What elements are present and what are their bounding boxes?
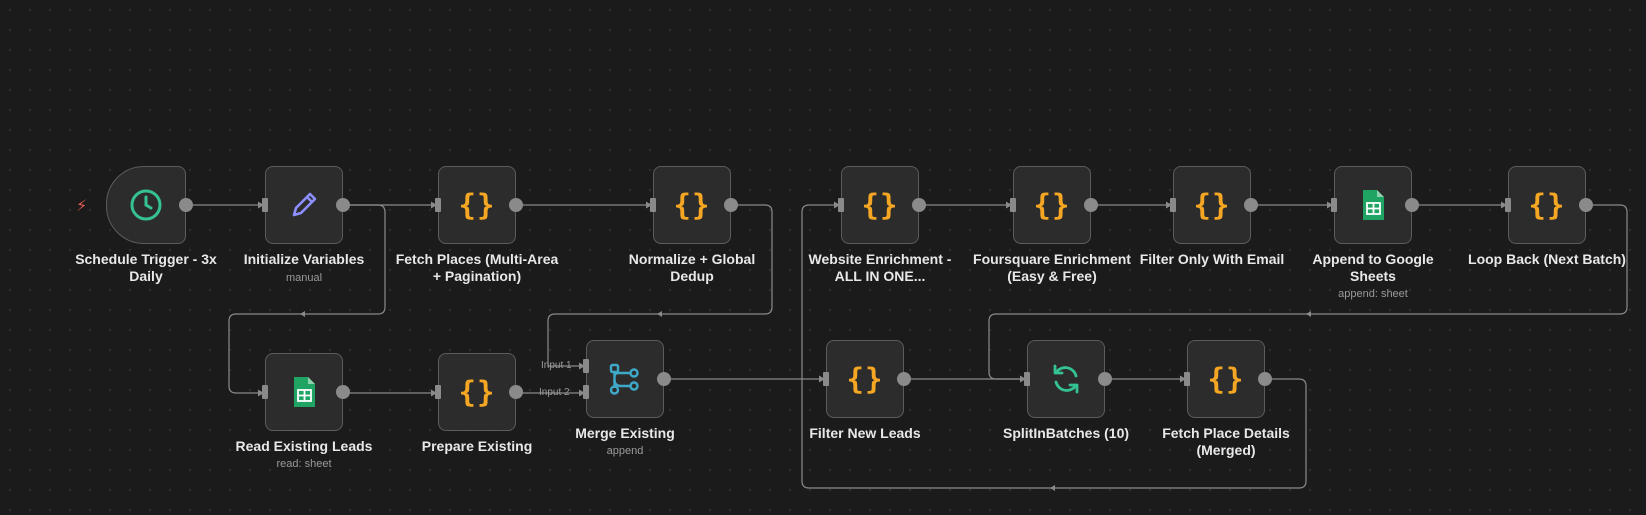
input-port[interactable]: [1010, 198, 1016, 212]
merge-input-1-label: Input 1: [541, 360, 572, 371]
output-port[interactable]: [509, 198, 523, 212]
node-schedule-trigger[interactable]: [106, 166, 193, 244]
node-filter-only-with-email[interactable]: {}: [1170, 166, 1258, 244]
refresh-icon: [1053, 364, 1079, 394]
input-port[interactable]: [262, 198, 268, 212]
code-icon: {}: [458, 188, 496, 222]
node-label-merge-existing: Merge Existing: [575, 425, 675, 441]
output-port[interactable]: [657, 372, 671, 386]
code-icon: {}: [1207, 362, 1245, 396]
output-port[interactable]: [912, 198, 926, 212]
input-port[interactable]: [650, 198, 656, 212]
google-sheets-icon: [294, 377, 315, 407]
node-merge-existing[interactable]: [583, 340, 671, 418]
arrow-marker: [1050, 485, 1055, 491]
google-sheets-icon: [1363, 190, 1384, 220]
node-initialize-variables[interactable]: [262, 166, 350, 244]
workflow-canvas[interactable]: ⚡ Schedule Trigger - 3x Daily Initialize…: [0, 0, 1646, 515]
node-label-fetch-places: Fetch Places (Multi-Area + Pagination): [395, 251, 559, 284]
input-port[interactable]: [823, 372, 829, 386]
node-append-google-sheets[interactable]: [1331, 166, 1419, 244]
output-port[interactable]: [1244, 198, 1258, 212]
node-label-filter-new-leads: Filter New Leads: [809, 425, 921, 441]
node-label-append-google-sheets: Append to Google Sheets: [1312, 251, 1434, 284]
node-fetch-places[interactable]: {}: [435, 166, 523, 244]
input-port-2[interactable]: [583, 385, 589, 399]
merge-icon: [609, 363, 639, 395]
output-port[interactable]: [1405, 198, 1419, 212]
node-label-prepare-existing: Prepare Existing: [421, 438, 533, 454]
input-port[interactable]: [1505, 198, 1511, 212]
output-port[interactable]: [336, 198, 350, 212]
input-port[interactable]: [1331, 198, 1337, 212]
output-port[interactable]: [509, 385, 523, 399]
input-port[interactable]: [1024, 372, 1030, 386]
code-icon: {}: [1528, 188, 1566, 222]
code-icon: {}: [846, 362, 884, 396]
arrow-marker: [1306, 311, 1311, 317]
node-read-existing-leads[interactable]: [262, 353, 350, 431]
output-port[interactable]: [1084, 198, 1098, 212]
code-icon: {}: [1033, 188, 1071, 222]
node-fetch-place-details[interactable]: {}: [1184, 340, 1272, 418]
node-subtitle-append-google-sheets: append: sheet: [1338, 288, 1408, 300]
pencil-icon: [292, 192, 317, 217]
node-label-loop-back: Loop Back (Next Batch): [1468, 251, 1626, 267]
node-label-fetch-place-details: Fetch Place Details (Merged): [1162, 425, 1290, 458]
node-label-schedule-trigger: Schedule Trigger - 3x Daily: [75, 251, 217, 284]
output-port[interactable]: [724, 198, 738, 212]
input-port-1[interactable]: [583, 359, 589, 373]
output-port[interactable]: [1098, 372, 1112, 386]
input-port[interactable]: [1170, 198, 1176, 212]
node-website-enrichment[interactable]: {}: [838, 166, 926, 244]
output-port[interactable]: [179, 198, 193, 212]
node-label-filter-only-with-email: Filter Only With Email: [1139, 251, 1285, 267]
clock-icon: [130, 189, 162, 221]
output-port[interactable]: [1579, 198, 1593, 212]
node-label-website-enrichment: Website Enrichment - ALL IN ONE...: [808, 251, 952, 284]
code-icon: {}: [1193, 188, 1231, 222]
node-label-split-in-batches: SplitInBatches (10): [1002, 425, 1130, 441]
node-label-read-existing-leads: Read Existing Leads: [235, 438, 373, 454]
node-label-initialize-variables: Initialize Variables: [243, 251, 365, 267]
node-prepare-existing[interactable]: {}: [435, 353, 523, 431]
node-normalize-dedup[interactable]: {}: [650, 166, 738, 244]
merge-input-2-label: Input 2: [539, 387, 570, 398]
node-label-normalize-dedup: Normalize + Global Dedup: [628, 251, 756, 284]
input-port[interactable]: [262, 385, 268, 399]
output-port[interactable]: [336, 385, 350, 399]
node-loop-back[interactable]: {}: [1505, 166, 1593, 244]
trigger-bolt-icon: ⚡: [76, 198, 88, 215]
node-foursquare-enrichment[interactable]: {}: [1010, 166, 1098, 244]
output-port[interactable]: [897, 372, 911, 386]
code-icon: {}: [861, 188, 899, 222]
node-subtitle-read-existing-leads: read: sheet: [276, 458, 332, 470]
node-subtitle-merge-existing: append: [606, 445, 644, 457]
input-port[interactable]: [435, 198, 441, 212]
output-port[interactable]: [1258, 372, 1272, 386]
arrow-marker: [300, 311, 305, 317]
node-filter-new-leads[interactable]: {}: [823, 340, 911, 418]
code-icon: {}: [458, 375, 496, 409]
arrow-marker: [657, 311, 662, 317]
node-subtitle-initialize-variables: manual: [285, 272, 323, 284]
node-label-foursquare-enrichment: Foursquare Enrichment (Easy & Free): [973, 251, 1131, 284]
input-port[interactable]: [1184, 372, 1190, 386]
code-icon: {}: [673, 188, 711, 222]
input-port[interactable]: [435, 385, 441, 399]
input-port[interactable]: [838, 198, 844, 212]
node-split-in-batches[interactable]: [1024, 340, 1112, 418]
